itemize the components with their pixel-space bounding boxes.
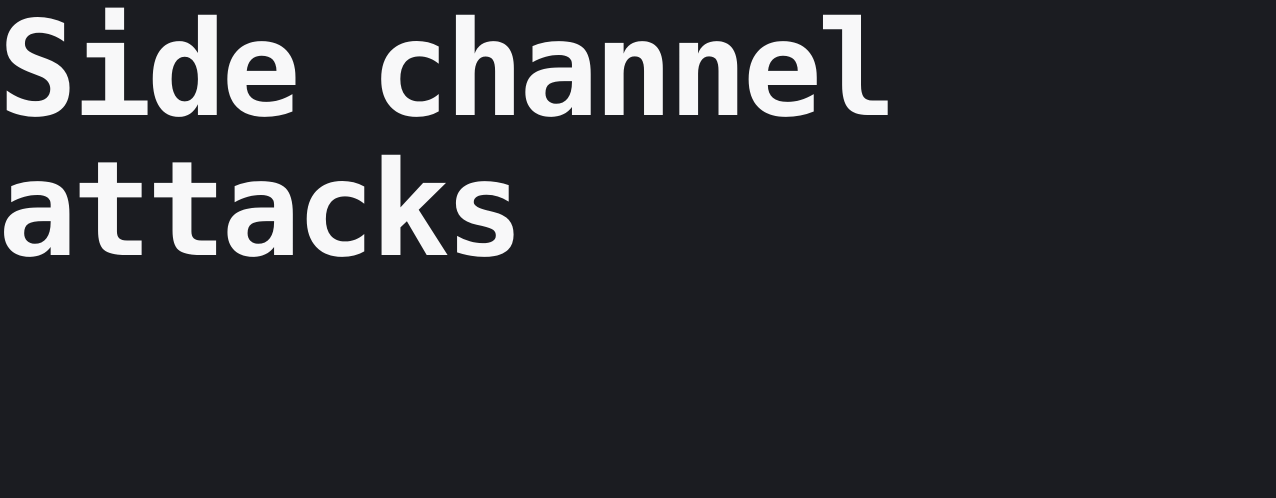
page: Side channel attacks bbox=[0, 0, 1276, 498]
title-line-2: attacks bbox=[0, 133, 524, 287]
page-title: Side channel attacks bbox=[0, 0, 1198, 280]
title-line-1: Side channel bbox=[0, 0, 897, 147]
